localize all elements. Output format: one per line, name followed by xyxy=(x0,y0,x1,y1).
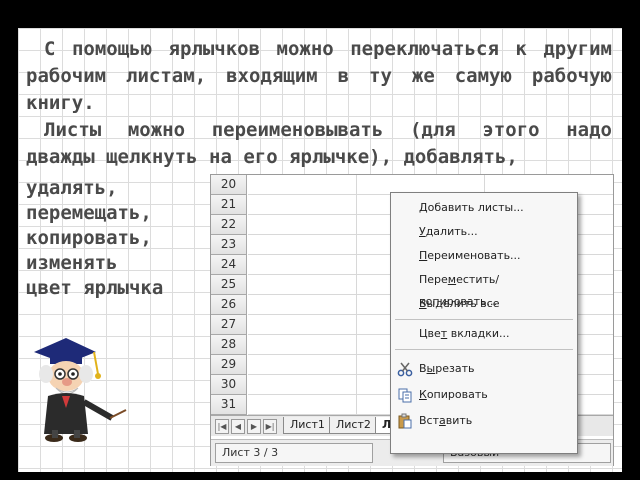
slide: С помощью ярлычков можно переключаться к… xyxy=(18,28,622,472)
paragraph-tabs-switch: С помощью ярлычков можно переключаться к… xyxy=(26,38,612,114)
action-change: изменять xyxy=(26,252,118,274)
action-list: удалять, перемещать, копировать, изменят… xyxy=(26,176,163,301)
first-sheet-button[interactable]: |◀ xyxy=(215,419,229,434)
menu-paste[interactable]: Вставить xyxy=(419,410,472,432)
scissors-icon xyxy=(397,362,413,377)
row-header[interactable]: 20 xyxy=(211,175,247,195)
action-move: перемещать, xyxy=(26,202,152,224)
tab-sheet-1[interactable]: Лист1 xyxy=(283,417,332,434)
menu-copy[interactable]: Копировать xyxy=(419,384,488,406)
menu-separator xyxy=(395,349,573,350)
menu-tab-color[interactable]: Цвет вкладки... xyxy=(419,323,510,345)
action-tab-color: цвет ярлычка xyxy=(26,277,164,299)
menu-move-copy[interactable]: Переместить/копировать... xyxy=(419,269,577,308)
menu-delete[interactable]: Удалить... xyxy=(419,221,478,243)
action-copy: копировать, xyxy=(26,227,152,249)
paragraph-rename-sheets: Листы можно переименовывать (для этого н… xyxy=(26,119,612,168)
professor-illustration xyxy=(34,338,127,442)
row-header[interactable]: 23 xyxy=(211,235,247,255)
prev-sheet-button[interactable]: ◀ xyxy=(231,419,245,434)
copy-icon xyxy=(398,388,412,403)
menu-cut[interactable]: Вырезать xyxy=(419,358,474,380)
last-sheet-button[interactable]: ▶| xyxy=(263,419,277,434)
tab-sheet-2[interactable]: Лист2 xyxy=(329,417,378,434)
row-header[interactable]: 21 xyxy=(211,195,247,215)
action-delete: удалять, xyxy=(26,177,118,199)
menu-select-all[interactable]: Выделить все xyxy=(419,293,499,315)
row-header[interactable]: 24 xyxy=(211,255,247,275)
paste-icon xyxy=(398,413,412,429)
next-sheet-button[interactable]: ▶ xyxy=(247,419,261,434)
menu-rename[interactable]: Переименовать... xyxy=(419,245,521,267)
sheet-context-menu: Добавить листы... Удалить... Переименова… xyxy=(390,192,578,454)
row-header[interactable]: 22 xyxy=(211,215,247,235)
menu-add-sheets[interactable]: Добавить листы... xyxy=(419,197,524,219)
row-header[interactable]: 27 xyxy=(211,315,247,335)
row-header[interactable]: 26 xyxy=(211,295,247,315)
status-sheet-indicator: Лист 3 / 3 xyxy=(215,443,373,463)
menu-separator xyxy=(395,319,573,320)
row-header[interactable]: 29 xyxy=(211,355,247,375)
row-header[interactable]: 28 xyxy=(211,335,247,355)
row-header[interactable]: 31 xyxy=(211,395,247,415)
row-header[interactable]: 30 xyxy=(211,375,247,395)
row-headers: 20 21 22 23 24 25 26 27 28 29 30 31 xyxy=(211,175,247,415)
row-header[interactable]: 25 xyxy=(211,275,247,295)
